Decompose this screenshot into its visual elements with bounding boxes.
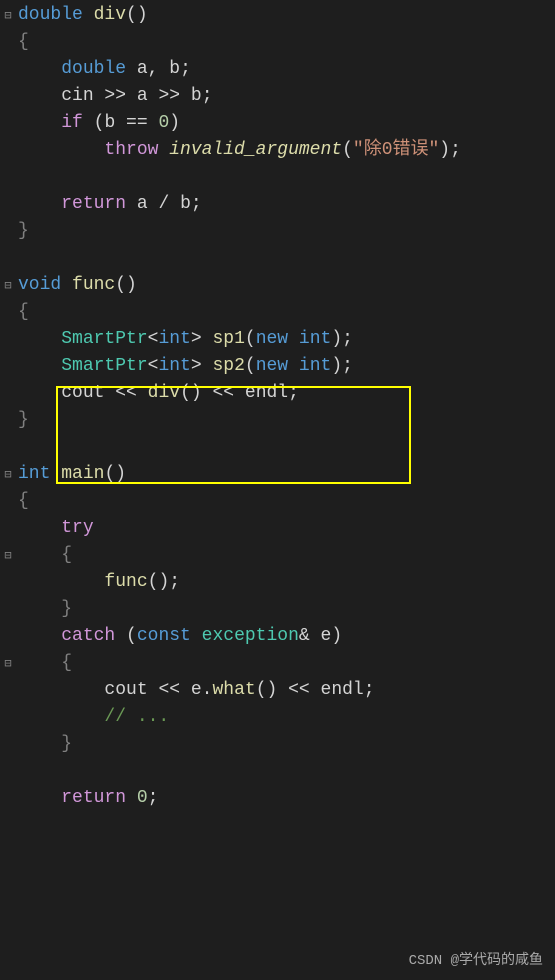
fold-icon[interactable]: ⊟ (4, 466, 11, 484)
keyword-try: try (61, 518, 93, 538)
keyword-return: return (61, 194, 126, 214)
keyword-int: int (18, 464, 50, 484)
fold-icon[interactable]: ⊟ (4, 547, 11, 565)
keyword-catch: catch (61, 626, 115, 646)
comment: // ... (104, 707, 169, 727)
keyword-void: void (18, 275, 61, 295)
function-name: div (94, 5, 126, 25)
fold-icon[interactable]: ⊟ (4, 655, 11, 673)
fold-icon[interactable]: ⊟ (4, 7, 11, 25)
keyword-double: double (18, 5, 83, 25)
watermark: CSDN @学代码的咸鱼 (409, 951, 543, 972)
keyword-throw: throw (104, 140, 158, 160)
open-brace: { (18, 32, 29, 52)
function-main: main (61, 464, 104, 484)
fold-icon[interactable]: ⊟ (4, 277, 11, 295)
keyword-if: if (61, 113, 83, 133)
class-smartptr: SmartPtr (61, 329, 147, 349)
function-name: func (72, 275, 115, 295)
close-brace: } (18, 221, 29, 241)
code-editor[interactable]: ⊟double div() { double a, b; cin >> a >>… (0, 0, 555, 812)
